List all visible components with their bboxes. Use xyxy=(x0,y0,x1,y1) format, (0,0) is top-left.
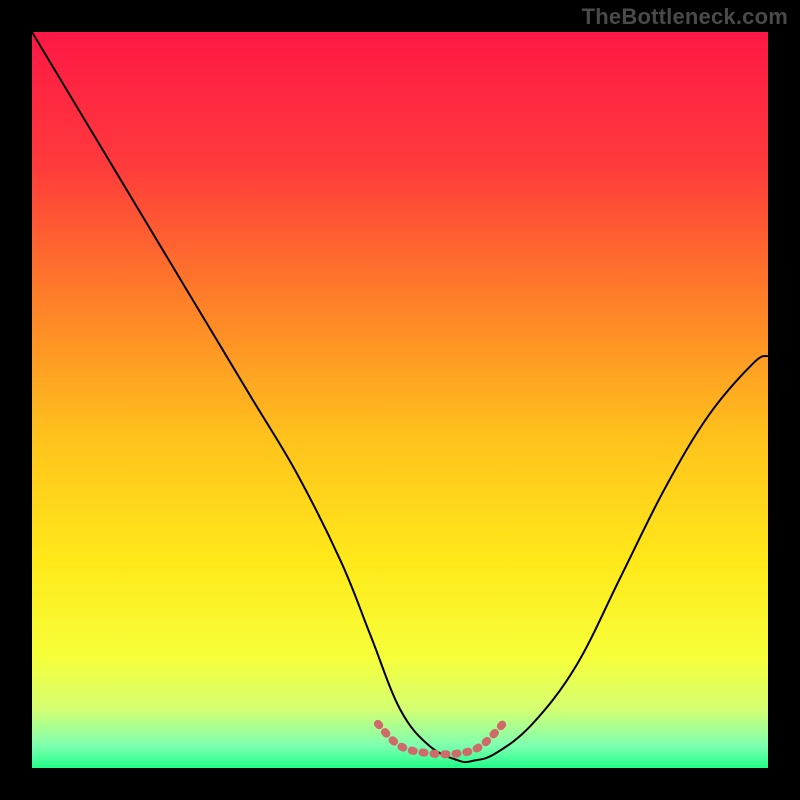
plot-area xyxy=(32,32,768,768)
chart-frame: TheBottleneck.com xyxy=(0,0,800,800)
watermark-text: TheBottleneck.com xyxy=(582,4,788,30)
bottleneck-chart xyxy=(0,0,800,800)
